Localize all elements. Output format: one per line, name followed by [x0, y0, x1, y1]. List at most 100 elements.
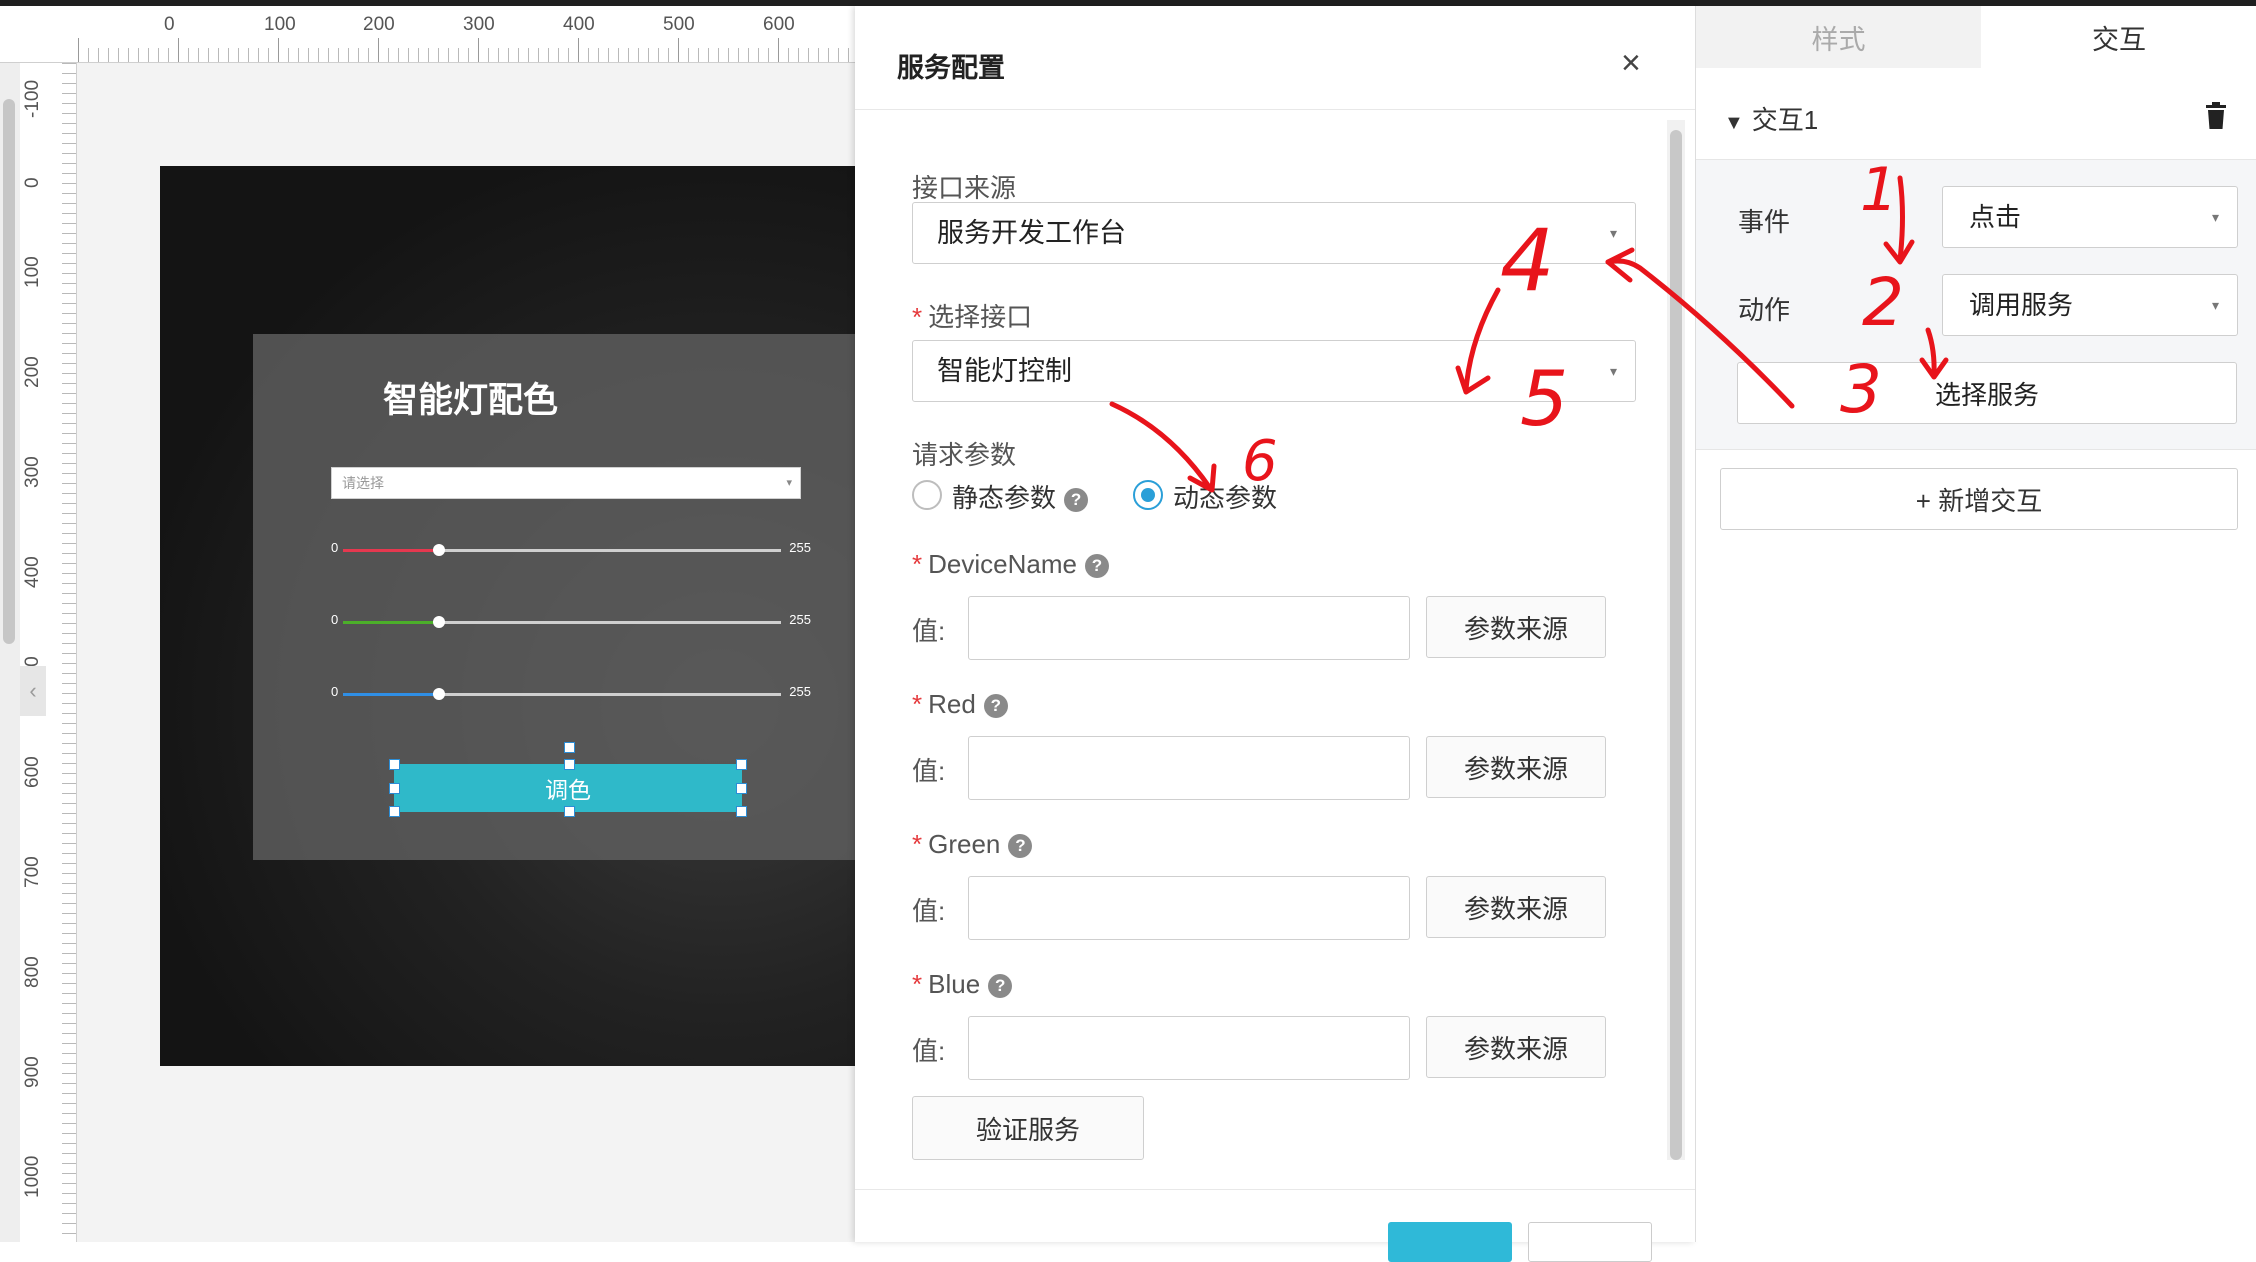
- param-name: * DeviceName?: [912, 549, 1109, 580]
- add-interaction-button[interactable]: + 新增交互: [1720, 468, 2238, 530]
- resize-handle[interactable]: [736, 759, 747, 770]
- scrollbar-thumb[interactable]: [3, 99, 15, 644]
- ruler-label: 0: [22, 177, 43, 188]
- help-icon[interactable]: ?: [983, 694, 1008, 719]
- dialog-title: 服务配置: [897, 53, 1005, 83]
- ruler-label: 400: [563, 14, 595, 35]
- vertical-ruler: -100 0 100 200 300 400 500 600 700 800 9…: [20, 63, 77, 1242]
- resize-handle[interactable]: [564, 806, 575, 817]
- blue-slider[interactable]: 0 255: [331, 684, 811, 704]
- interaction-title[interactable]: ▼ 交互1: [1724, 100, 1818, 137]
- canvas-vertical-scrollbar[interactable]: [0, 63, 20, 1242]
- resize-handle[interactable]: [564, 759, 575, 770]
- param-source-button[interactable]: 参数来源: [1426, 876, 1606, 938]
- value-label: 值:: [912, 756, 946, 786]
- design-canvas[interactable]: 0 100 200 300 400 500 600 -100 0 100 200…: [0, 6, 855, 1242]
- green-slider[interactable]: 0 255: [331, 612, 811, 632]
- slider-max: 255: [789, 612, 811, 627]
- caret-down-icon: ▼: [1724, 112, 1744, 134]
- value-label: 值:: [912, 616, 946, 646]
- caret-down-icon: ▾: [786, 477, 792, 489]
- select-value: 智能灯控制: [937, 356, 1072, 386]
- verify-service-button[interactable]: 验证服务: [912, 1096, 1144, 1160]
- dynamic-params-label: 动态参数: [1173, 483, 1278, 513]
- design-board[interactable]: 智能灯配色 请选择 ▾ 0 255 0 255 0 255 调色: [160, 166, 855, 1066]
- cancel-button[interactable]: [1528, 1222, 1652, 1262]
- choose-service-button[interactable]: 选择服务: [1737, 362, 2237, 424]
- ruler-label: -100: [22, 79, 43, 118]
- scrollbar-thumb[interactable]: [1670, 130, 1682, 1160]
- slider-max: 255: [789, 684, 811, 699]
- interface-label: * 选择接口: [912, 302, 1033, 332]
- param-source-button[interactable]: 参数来源: [1426, 596, 1606, 658]
- static-params-radio[interactable]: [912, 480, 942, 510]
- collapse-panel-button[interactable]: ‹: [20, 666, 46, 716]
- help-icon[interactable]: ?: [1084, 554, 1109, 579]
- card-select[interactable]: 请选择 ▾: [331, 467, 801, 499]
- select-value: 服务开发工作台: [937, 218, 1126, 248]
- resize-handle[interactable]: [389, 759, 400, 770]
- ruler-label: 0: [164, 14, 175, 35]
- green-value-input[interactable]: [968, 876, 1410, 940]
- slider-fill: [343, 549, 439, 552]
- resize-handle[interactable]: [389, 783, 400, 794]
- light-color-card[interactable]: 智能灯配色 请选择 ▾ 0 255 0 255 0 255 调色: [253, 334, 855, 860]
- interface-select[interactable]: 智能灯控制 ▾: [912, 340, 1636, 402]
- interaction-config: 事件 点击 ▾ 动作 调用服务 ▾ 选择服务: [1696, 160, 2256, 450]
- help-icon[interactable]: ?: [1008, 834, 1033, 859]
- param-source-button[interactable]: 参数来源: [1426, 1016, 1606, 1078]
- ruler-label: 400: [22, 556, 43, 588]
- resize-handle[interactable]: [736, 806, 747, 817]
- params-label: 请求参数: [912, 440, 1017, 470]
- ruler-label: 900: [22, 1056, 43, 1088]
- resize-handle[interactable]: [736, 783, 747, 794]
- confirm-button[interactable]: [1388, 1222, 1512, 1262]
- slider-fill: [343, 621, 439, 624]
- slider-fill: [343, 693, 439, 696]
- help-icon[interactable]: ?: [1064, 488, 1089, 513]
- card-title: 智能灯配色: [382, 381, 558, 420]
- blue-value-input[interactable]: [968, 1016, 1410, 1080]
- slider-knob[interactable]: [433, 688, 445, 700]
- ruler-label: 300: [22, 456, 43, 488]
- red-slider[interactable]: 0 255: [331, 540, 811, 560]
- event-select[interactable]: 点击 ▾: [1942, 186, 2238, 248]
- resize-handle[interactable]: [389, 806, 400, 817]
- dynamic-params-radio[interactable]: [1133, 480, 1163, 510]
- red-value-input[interactable]: [968, 736, 1410, 800]
- tab-style[interactable]: 样式: [1696, 6, 1981, 68]
- action-select[interactable]: 调用服务 ▾: [1942, 274, 2238, 336]
- value-label: 值:: [912, 1036, 946, 1066]
- trash-icon[interactable]: [2204, 102, 2228, 130]
- tab-interaction[interactable]: 交互: [1981, 6, 2256, 68]
- caret-down-icon: ▾: [2211, 209, 2219, 225]
- ruler-label: 800: [22, 956, 43, 988]
- ruler-label: 300: [463, 14, 495, 35]
- slider-min: 0: [331, 540, 339, 555]
- interaction-header[interactable]: ▼ 交互1: [1696, 68, 2256, 160]
- slider-knob[interactable]: [433, 544, 445, 556]
- slider-knob[interactable]: [433, 616, 445, 628]
- horizontal-ruler: 0 100 200 300 400 500 600: [0, 6, 855, 63]
- devicename-value-input[interactable]: [968, 596, 1410, 660]
- rotate-handle[interactable]: [564, 742, 575, 753]
- static-params-label: 静态参数?: [952, 478, 1089, 515]
- dialog-header: 服务配置 ×: [855, 6, 1695, 110]
- ruler-label: 600: [763, 14, 795, 35]
- service-config-dialog: 服务配置 × 接口来源 服务开发工作台 ▾ * 选择接口 智能灯控制 ▾ 请求参数…: [855, 6, 1695, 1262]
- dialog-scrollbar[interactable]: [1667, 120, 1685, 1160]
- ruler-minor-ticks: [62, 63, 76, 1242]
- ruler-label: 200: [22, 356, 43, 388]
- button-label: 调色: [545, 777, 591, 803]
- caret-down-icon: ▾: [2211, 297, 2219, 313]
- adjust-color-button[interactable]: 调色: [389, 742, 747, 817]
- value-label: 值:: [912, 896, 946, 926]
- interface-source-select[interactable]: 服务开发工作台 ▾: [912, 202, 1636, 264]
- slider-min: 0: [331, 684, 339, 699]
- close-icon[interactable]: ×: [1621, 46, 1641, 80]
- properties-panel: 样式 交互 ▼ 交互1 事件 点击 ▾ 动作 调用服务 ▾ 选择服务 + 新增交互: [1695, 6, 2256, 1242]
- param-source-button[interactable]: 参数来源: [1426, 736, 1606, 798]
- chevron-left-icon: ‹: [29, 678, 37, 703]
- help-icon[interactable]: ?: [988, 974, 1013, 999]
- slider-min: 0: [331, 612, 339, 627]
